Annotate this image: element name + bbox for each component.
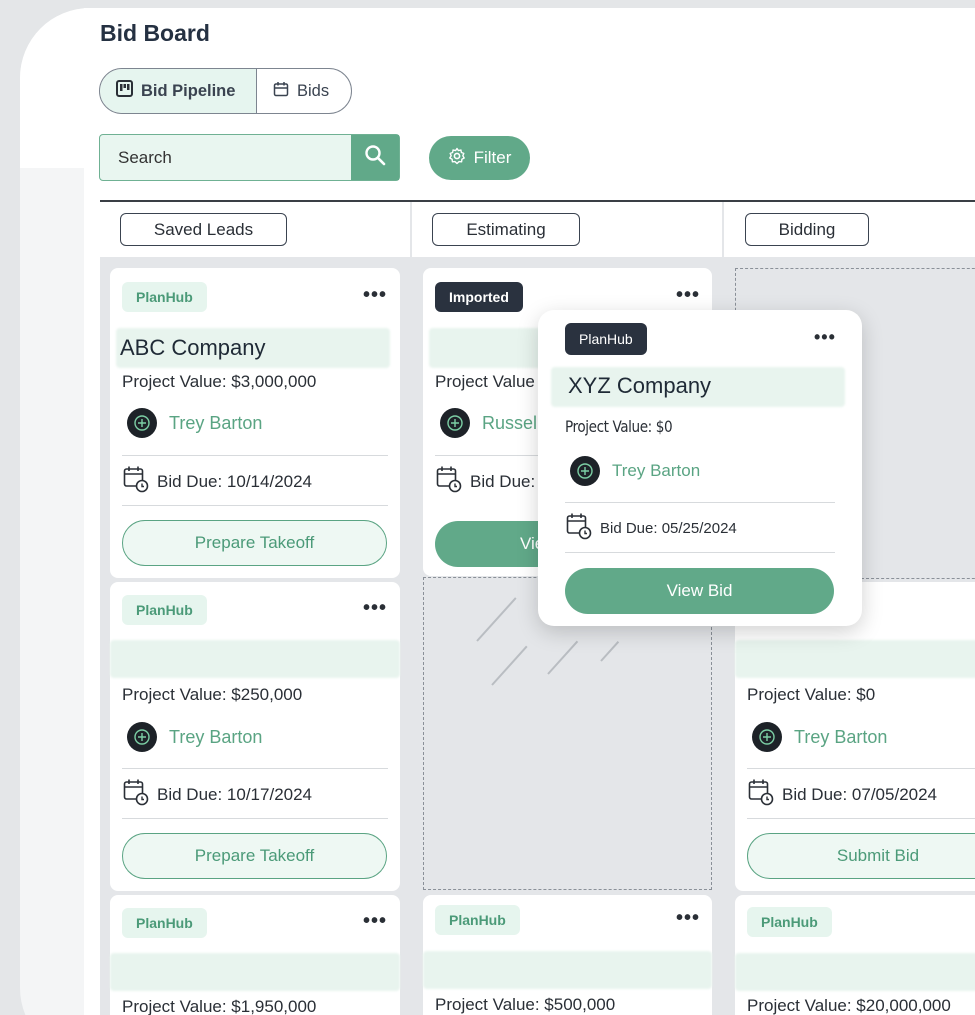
project-value: Project Value: $500,000 bbox=[435, 995, 616, 1014]
dragged-bid-card[interactable]: PlanHub ••• XYZ Company Project Value: $… bbox=[538, 310, 862, 626]
divider bbox=[747, 768, 975, 769]
gear-icon bbox=[448, 147, 466, 170]
column-title-saved-leads[interactable]: Saved Leads bbox=[120, 213, 287, 246]
prepare-takeoff-button[interactable]: Prepare Takeoff bbox=[122, 833, 387, 879]
avatar bbox=[570, 456, 600, 486]
source-badge: PlanHub bbox=[122, 595, 207, 625]
kanban-icon bbox=[116, 80, 133, 102]
column-header-saved-leads: Saved Leads bbox=[100, 202, 410, 257]
company-highlight bbox=[110, 640, 400, 678]
bid-card[interactable]: PlanHub ••• Project Value: $500,000 bbox=[423, 895, 712, 1015]
owner-name: Trey Barton bbox=[169, 726, 263, 747]
bids-tab[interactable]: Bids bbox=[257, 69, 345, 113]
more-options-icon[interactable]: ••• bbox=[363, 911, 387, 931]
avatar bbox=[127, 722, 157, 752]
more-options-icon[interactable]: ••• bbox=[363, 598, 387, 618]
divider bbox=[122, 455, 388, 456]
bid-pipeline-label: Bid Pipeline bbox=[141, 81, 236, 100]
more-options-icon[interactable]: ••• bbox=[676, 908, 700, 928]
owner[interactable]: Russel bbox=[440, 408, 537, 438]
bid-card[interactable]: PlanHub Project Value: $20,000,000 bbox=[735, 895, 975, 1015]
avatar bbox=[752, 722, 782, 752]
company-highlight bbox=[735, 953, 975, 991]
avatar bbox=[127, 408, 157, 438]
bid-due-text: Bid Due: 10/17/2024 bbox=[157, 784, 313, 804]
more-options-icon[interactable]: ••• bbox=[676, 285, 700, 305]
bids-label: Bids bbox=[297, 81, 330, 100]
submit-bid-button[interactable]: Submit Bid bbox=[747, 833, 975, 879]
more-options-icon[interactable]: ••• bbox=[363, 285, 387, 305]
owner-name: Trey Barton bbox=[612, 461, 701, 480]
filter-label: Filter bbox=[473, 148, 512, 167]
filter-button[interactable]: Filter bbox=[429, 136, 530, 180]
divider bbox=[122, 768, 388, 769]
bid-due-text: Bid Due: 05/25/2024 bbox=[600, 519, 737, 537]
view-bid-button[interactable]: View Bid bbox=[565, 568, 834, 614]
view-toggle: Bid Pipeline Bids bbox=[99, 68, 352, 114]
avatar bbox=[440, 408, 470, 438]
calendar-clock-icon bbox=[123, 465, 149, 498]
source-badge: PlanHub bbox=[122, 908, 207, 938]
company-name: XYZ Company bbox=[568, 373, 712, 398]
source-badge: PlanHub bbox=[122, 282, 207, 312]
calendar-clock-icon bbox=[748, 778, 774, 811]
bid-due-text: Bid Due: bbox=[470, 471, 536, 491]
source-badge: PlanHub bbox=[565, 323, 647, 355]
company-name: ABC Company bbox=[120, 335, 266, 360]
owner[interactable]: Trey Barton bbox=[570, 456, 700, 486]
company-highlight bbox=[423, 951, 712, 989]
column-header-estimating: Estimating bbox=[412, 202, 722, 257]
divider bbox=[565, 552, 835, 553]
project-value: Project Value: $0 bbox=[747, 685, 876, 704]
prepare-takeoff-button[interactable]: Prepare Takeoff bbox=[122, 520, 387, 566]
search-input[interactable] bbox=[100, 135, 351, 180]
divider bbox=[122, 818, 388, 819]
project-value: Project Value bbox=[435, 372, 535, 391]
calendar-clock-icon bbox=[566, 512, 592, 544]
bid-due-text: Bid Due: 07/05/2024 bbox=[782, 784, 938, 804]
project-value: Project Value: $3,000,000 bbox=[122, 372, 317, 391]
project-value: Project Value: $20,000,000 bbox=[747, 996, 951, 1015]
bid-card[interactable]: PlanHub ••• Project Value: $1,950,000 bbox=[110, 895, 400, 1015]
company-highlight bbox=[735, 640, 975, 678]
project-value: Project Value: $250,000 bbox=[122, 685, 303, 704]
search-bar bbox=[99, 134, 400, 181]
bid-card[interactable]: Project Value: $0 Trey Barton Bid Due: 0… bbox=[735, 582, 975, 891]
owner[interactable]: Trey Barton bbox=[127, 722, 262, 752]
column-title-bidding[interactable]: Bidding bbox=[745, 213, 869, 246]
calendar-clock-icon bbox=[123, 778, 149, 811]
divider bbox=[565, 502, 835, 503]
source-badge: PlanHub bbox=[747, 907, 832, 937]
divider bbox=[747, 818, 975, 819]
more-options-icon[interactable]: ••• bbox=[814, 328, 836, 346]
owner[interactable]: Trey Barton bbox=[752, 722, 887, 752]
owner-name: Trey Barton bbox=[794, 726, 888, 747]
bid-card[interactable]: PlanHub ••• ABC Company Project Value: $… bbox=[110, 268, 400, 578]
bid-pipeline-tab[interactable]: Bid Pipeline bbox=[100, 69, 257, 113]
column-divider bbox=[410, 202, 412, 1015]
calendar-icon bbox=[273, 81, 289, 102]
bid-due: Bid Due: 10/17/2024 bbox=[123, 778, 312, 811]
owner-name: Russel bbox=[482, 412, 538, 433]
owner-name: Trey Barton bbox=[169, 412, 263, 433]
bid-due: Bid Due: 05/25/2024 bbox=[566, 512, 737, 544]
source-badge: Imported bbox=[435, 282, 523, 312]
search-button[interactable] bbox=[351, 135, 399, 180]
project-value: Project Value: $1,950,000 bbox=[122, 997, 317, 1015]
company-highlight bbox=[110, 953, 400, 991]
calendar-clock-icon bbox=[436, 465, 462, 498]
divider bbox=[122, 505, 388, 506]
page-title: Bid Board bbox=[100, 20, 210, 46]
bid-due: Bid Due: 07/05/2024 bbox=[748, 778, 937, 811]
owner[interactable]: Trey Barton bbox=[127, 408, 262, 438]
bid-due: Bid Due: bbox=[436, 465, 535, 498]
search-icon bbox=[364, 144, 386, 171]
source-badge: PlanHub bbox=[435, 905, 520, 935]
bid-due: Bid Due: 10/14/2024 bbox=[123, 465, 312, 498]
project-value: Project Value: $0 bbox=[565, 417, 673, 436]
bid-card[interactable]: PlanHub ••• Project Value: $250,000 Trey… bbox=[110, 582, 400, 891]
column-title-estimating[interactable]: Estimating bbox=[432, 213, 580, 246]
column-header-bidding: Bidding bbox=[724, 202, 975, 257]
bid-due-text: Bid Due: 10/14/2024 bbox=[157, 471, 313, 491]
